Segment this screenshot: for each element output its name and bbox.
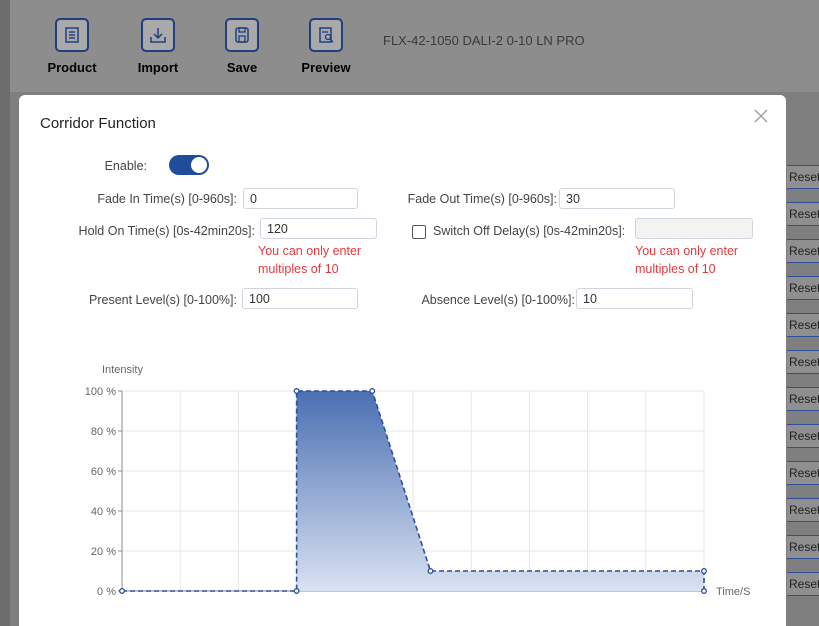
import-button[interactable]: Import: [128, 18, 188, 75]
data-point: [293, 388, 300, 394]
data-point: [701, 568, 707, 574]
save-label: Save: [226, 60, 258, 75]
enable-label: Enable:: [104, 159, 147, 173]
preview-button[interactable]: Preview: [296, 18, 356, 75]
reset-button[interactable]: Reset: [787, 239, 819, 263]
switch-off-label: Switch Off Delay(s) [0s-42min20s]:: [433, 224, 626, 238]
reset-button[interactable]: Reset: [787, 461, 819, 485]
hold-on-label: Hold On Time(s) [0s-42min20s]:: [78, 224, 255, 238]
device-title: FLX-42-1050 DALI-2 0-10 LN PRO: [383, 33, 585, 48]
present-level-input[interactable]: [242, 288, 358, 309]
y-tick-label: 40 %: [91, 506, 116, 518]
reset-button[interactable]: Reset: [787, 424, 819, 448]
close-icon[interactable]: [752, 107, 770, 125]
y-tick-label: 100 %: [85, 386, 116, 398]
fade-in-input[interactable]: [243, 188, 358, 209]
x-axis-label: Time/S: [716, 586, 750, 598]
y-tick-label: 20 %: [91, 546, 116, 558]
fade-in-label: Fade In Time(s) [0-960s]:: [97, 192, 237, 206]
document-icon: [55, 18, 89, 52]
present-level-label: Present Level(s) [0-100%]:: [89, 293, 237, 307]
enable-toggle[interactable]: [169, 155, 209, 175]
toolbar: Product Import Save Preview FLX-42-1050 …: [10, 0, 819, 92]
absence-level-label: Absence Level(s) [0-100%]:: [421, 293, 575, 307]
intensity-chart: 0 % 20 % 40 % 60 % 80 % 100 % Intensity Time/S: [85, 364, 751, 598]
y-tick-label: 80 %: [91, 426, 116, 438]
reset-button[interactable]: Reset: [787, 276, 819, 300]
reset-button[interactable]: Reset: [787, 535, 819, 559]
import-label: Import: [137, 60, 179, 75]
y-axis-label: Intensity: [102, 364, 143, 376]
corridor-function-dialog: Corridor Function Enable: Fade In Time(s…: [19, 95, 786, 626]
switch-off-input[interactable]: [635, 218, 753, 239]
preview-icon: [309, 18, 343, 52]
data-point: [119, 588, 125, 594]
toggle-knob: [191, 157, 207, 173]
data-point: [293, 588, 300, 594]
switch-off-error-line-2: multiples of 10: [635, 262, 716, 276]
save-button[interactable]: Save: [212, 18, 272, 75]
data-point: [369, 388, 376, 394]
switch-off-error-line-1: You can only enter: [635, 244, 739, 258]
y-tick-label: 0 %: [97, 586, 116, 598]
product-button[interactable]: Product: [42, 18, 102, 75]
hold-on-error-line-1: You can only enter: [258, 244, 362, 258]
dialog-title: Corridor Function: [40, 115, 156, 132]
switch-off-checkbox[interactable]: [412, 225, 426, 239]
reset-button[interactable]: Reset: [787, 202, 819, 226]
save-icon: [225, 18, 259, 52]
reset-button[interactable]: Reset: [787, 387, 819, 411]
hold-on-input[interactable]: [260, 218, 377, 239]
reset-button[interactable]: Reset: [787, 350, 819, 374]
left-panel-strip: [0, 0, 10, 626]
absence-level-input[interactable]: [576, 288, 693, 309]
reset-button[interactable]: Reset: [787, 165, 819, 189]
hold-on-error: You can only enter multiples of 10: [258, 242, 361, 278]
preview-label: Preview: [301, 60, 351, 75]
switch-off-error: You can only enter multiples of 10: [635, 242, 738, 278]
data-point: [701, 588, 707, 594]
data-point: [427, 568, 434, 574]
download-icon: [141, 18, 175, 52]
reset-button[interactable]: Reset: [787, 498, 819, 522]
reset-column: Reset Reset Reset Reset Reset Reset Rese…: [787, 165, 819, 609]
reset-button[interactable]: Reset: [787, 572, 819, 596]
hold-on-error-line-2: multiples of 10: [258, 262, 339, 276]
fade-out-label: Fade Out Time(s) [0-960s]:: [407, 192, 557, 206]
product-label: Product: [47, 60, 97, 75]
y-tick-label: 60 %: [91, 466, 116, 478]
fade-out-input[interactable]: [559, 188, 675, 209]
reset-button[interactable]: Reset: [787, 313, 819, 337]
